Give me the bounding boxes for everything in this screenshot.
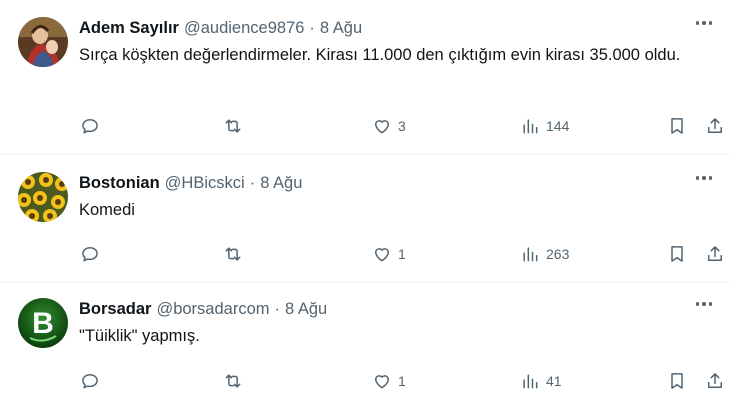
bookmark-icon <box>671 373 683 389</box>
view-count: 144 <box>546 118 570 134</box>
avatar[interactable] <box>18 17 68 67</box>
bookmark-button[interactable] <box>667 371 687 391</box>
tweet-header: Bostonian @HBicskci · 8 Ağu <box>79 172 720 194</box>
heart-icon <box>375 375 389 389</box>
tweet[interactable]: Adem Sayılır @audience9876 · 8 Ağu Sırça… <box>0 0 730 155</box>
views-icon <box>523 374 538 389</box>
author-handle[interactable]: @borsadarcom <box>156 300 269 319</box>
more-icon[interactable] <box>695 302 712 306</box>
separator-dot: · <box>274 299 281 318</box>
like-button[interactable]: 1 <box>372 371 406 391</box>
avatar[interactable]: B <box>18 298 68 348</box>
share-icon <box>708 118 722 133</box>
author-handle[interactable]: @audience9876 <box>184 19 304 38</box>
reply-icon <box>82 374 98 389</box>
tweet-header: Borsadar @borsadarcom · 8 Ağu <box>79 298 720 320</box>
like-button[interactable]: 3 <box>372 116 406 136</box>
author-name[interactable]: Borsadar <box>79 300 151 319</box>
share-icon <box>708 373 722 388</box>
reply-button[interactable] <box>80 371 100 391</box>
tweet-text: Komedi <box>79 201 135 219</box>
reply-button[interactable] <box>80 244 100 264</box>
bookmark-button[interactable] <box>667 116 687 136</box>
bookmark-icon <box>671 118 683 134</box>
bookmark-button[interactable] <box>667 244 687 264</box>
views-button[interactable]: 263 <box>520 244 569 264</box>
reply-icon <box>82 119 98 134</box>
share-button[interactable] <box>705 116 725 136</box>
views-icon <box>523 119 538 134</box>
tweet[interactable]: Bostonian @HBicskci · 8 Ağu Komedi <box>0 155 730 283</box>
tweet-time[interactable]: 8 Ağu <box>260 174 302 193</box>
more-icon[interactable] <box>695 176 712 180</box>
view-count: 41 <box>546 373 562 389</box>
share-button[interactable] <box>705 371 725 391</box>
tweet-time[interactable]: 8 Ağu <box>320 19 362 38</box>
heart-icon <box>375 120 389 134</box>
views-button[interactable]: 144 <box>520 116 569 136</box>
share-icon <box>708 246 722 261</box>
tweet-actions <box>0 96 730 122</box>
retweet-icon <box>225 374 241 388</box>
heart-icon <box>375 248 389 262</box>
tweet-text: Sırça köşkten değerlendirmeler. Kirası 1… <box>79 46 681 64</box>
reply-icon <box>82 247 98 262</box>
tweet-time[interactable]: 8 Ağu <box>285 300 327 319</box>
tweet-header: Adem Sayılır @audience9876 · 8 Ağu <box>79 17 720 39</box>
retweet-icon <box>225 119 241 133</box>
more-icon[interactable] <box>695 21 712 25</box>
view-count: 263 <box>546 246 570 262</box>
author-name[interactable]: Adem Sayılır <box>79 19 179 38</box>
reply-button[interactable] <box>80 116 100 136</box>
author-handle[interactable]: @HBicskci <box>165 174 245 193</box>
share-button[interactable] <box>705 244 725 264</box>
tweet-text: "Tüiklik" yapmış. <box>79 327 200 345</box>
like-button[interactable]: 1 <box>372 244 406 264</box>
like-count: 1 <box>398 246 406 262</box>
views-icon <box>523 247 538 262</box>
bookmark-icon <box>671 246 683 262</box>
separator-dot: · <box>249 173 256 192</box>
retweet-icon <box>225 247 241 261</box>
retweet-button[interactable] <box>223 371 243 391</box>
like-count: 3 <box>398 118 406 134</box>
retweet-button[interactable] <box>223 244 243 264</box>
views-button[interactable]: 41 <box>520 371 562 391</box>
retweet-button[interactable] <box>223 116 243 136</box>
author-name[interactable]: Bostonian <box>79 174 160 193</box>
avatar-letter: B <box>32 307 54 340</box>
avatar[interactable] <box>18 172 68 222</box>
separator-dot: · <box>309 18 315 37</box>
tweet[interactable]: B Borsadar @borsadarcom · 8 Ağu "Tüiklik… <box>0 283 730 420</box>
like-count: 1 <box>398 373 406 389</box>
